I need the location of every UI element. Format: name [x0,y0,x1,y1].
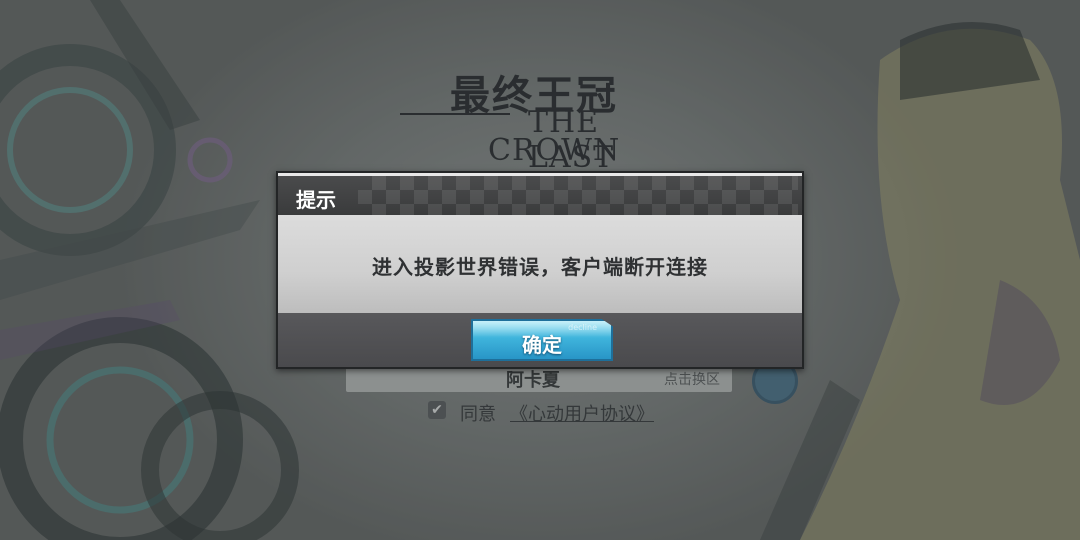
confirm-button[interactable]: decline 确定 [471,319,613,361]
header-checker-pattern [358,176,798,215]
dialog-title: 提示 [296,188,336,212]
dialog-footer: decline 确定 [278,313,802,367]
confirm-button-label: 确定 [522,333,562,357]
dialog-message: 进入投影世界错误，客户端断开连接 [372,255,708,279]
dialog-body: 进入投影世界错误，客户端断开连接 [278,215,802,313]
error-dialog: 提示 进入投影世界错误，客户端断开连接 decline 确定 [276,171,804,369]
dialog-header: 提示 [278,173,802,215]
